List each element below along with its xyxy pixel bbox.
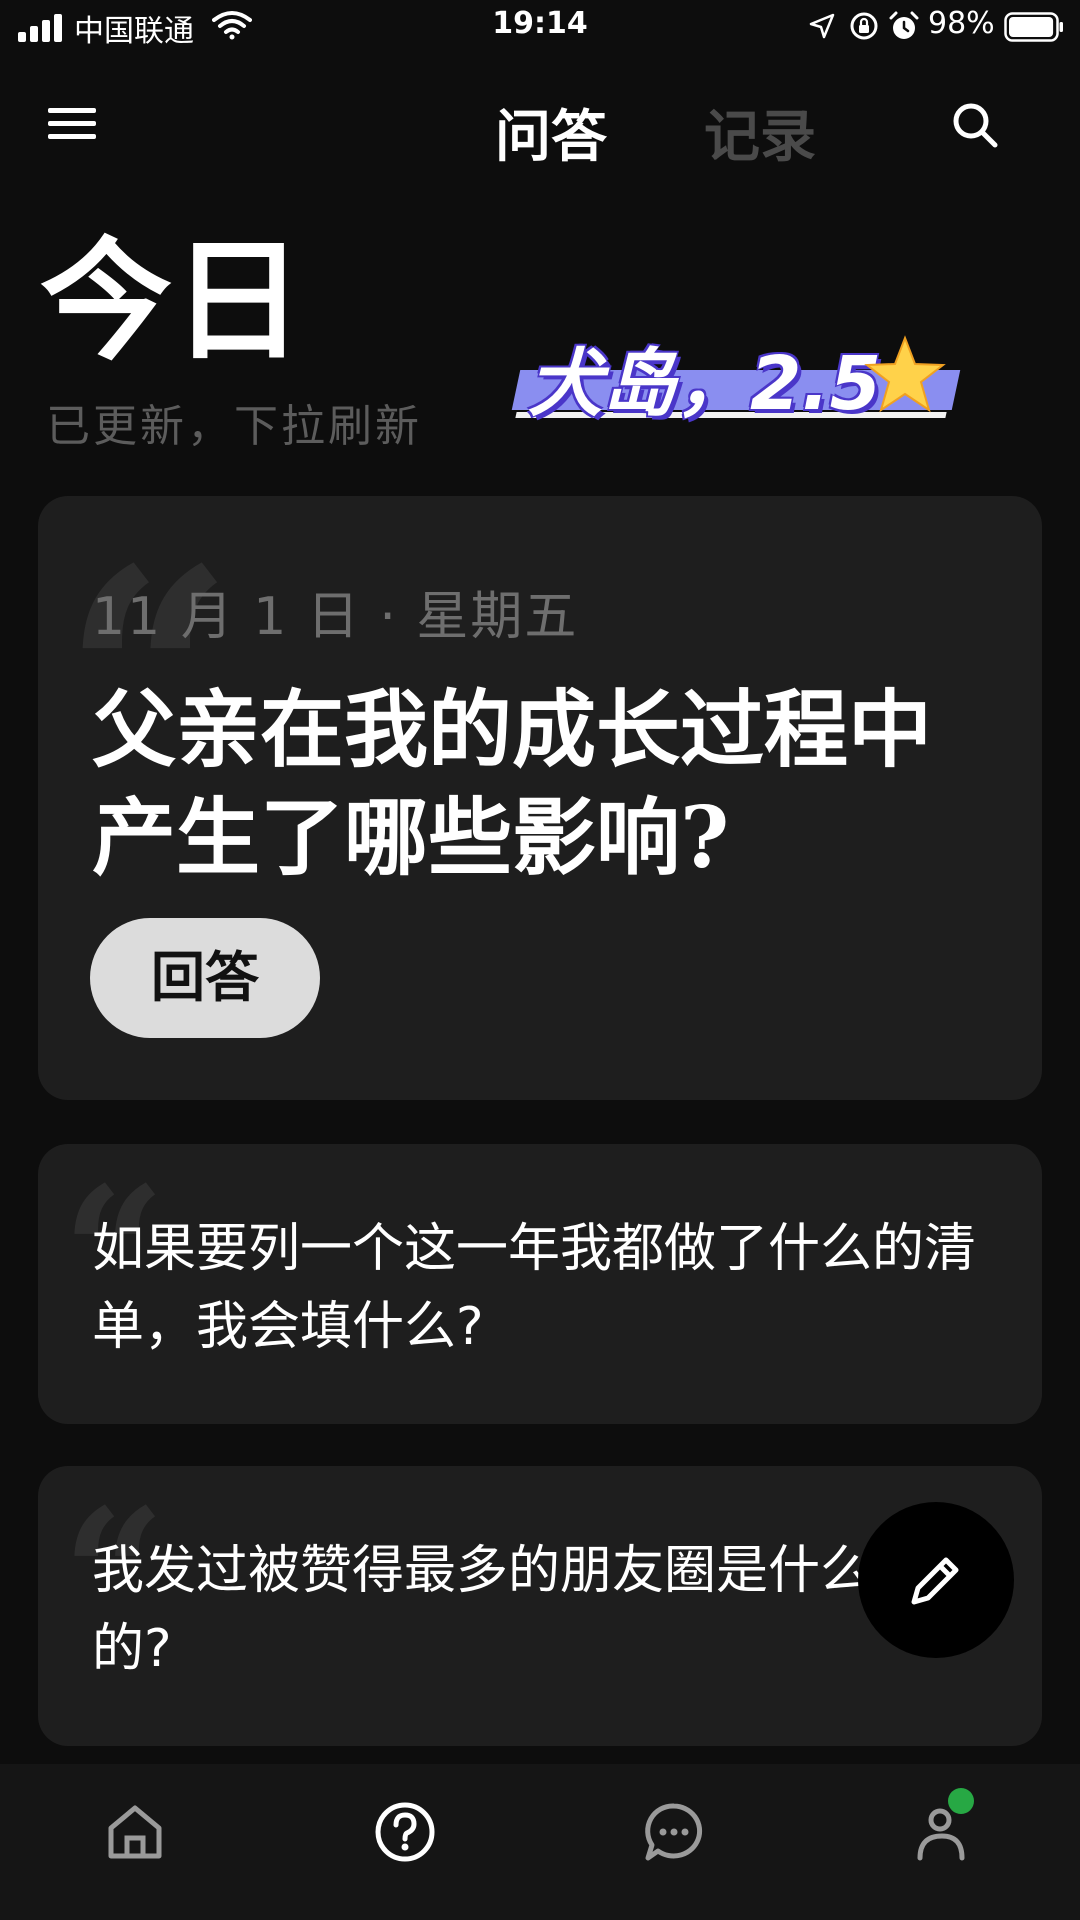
refresh-hint: 已更新，下拉刷新 (46, 401, 422, 452)
sticker-text: 犬岛，2.5 (528, 341, 882, 427)
star-icon (864, 335, 946, 413)
card-question: 我发过被赞得最多的朋友圈是什么样的? (92, 1541, 925, 1679)
home-icon[interactable] (103, 1800, 167, 1864)
question-icon[interactable] (373, 1800, 437, 1864)
card-question: 如果要列一个这一年我都做了什么的清单，我会填什么? (92, 1219, 977, 1357)
alarm-icon (889, 11, 919, 39)
card-question: 父亲在我的成长过程中产生了哪些影响? (92, 680, 933, 887)
question-card[interactable]: “ 如果要列一个这一年我都做了什么的清单，我会填什么? (38, 1144, 1042, 1424)
question-card-today[interactable]: “ 11 月 1 日 · 星期五 父亲在我的成长过程中产生了哪些影响? 回答 (38, 496, 1042, 1100)
menu-button[interactable] (48, 104, 98, 144)
tab-records[interactable]: 记录 (704, 92, 816, 173)
battery-icon (1004, 12, 1063, 42)
battery-percent: 98% (928, 6, 995, 41)
pencil-icon (911, 1557, 959, 1605)
status-bar: 中国联通 19:14 98% (0, 0, 1080, 56)
search-icon[interactable] (950, 100, 1000, 150)
tab-qa[interactable]: 问答 (495, 92, 607, 173)
card-date: 11 月 1 日 · 星期五 (92, 587, 579, 647)
answer-button[interactable]: 回答 (90, 918, 320, 1038)
location-arrow-icon (809, 13, 835, 39)
bottom-nav (0, 1764, 1080, 1920)
sticker-overlay: 犬岛，2.5 (508, 320, 961, 430)
compose-button[interactable] (858, 1502, 1014, 1658)
notification-badge (948, 1788, 974, 1814)
app-screen: 中国联通 19:14 98% 问答 记录 今日 已更新，下拉刷新 犬岛，2.5 … (0, 0, 1080, 1920)
rotation-lock-icon (850, 12, 878, 40)
chat-bubble-icon[interactable] (642, 1800, 706, 1864)
profile-tab[interactable] (912, 1788, 976, 1864)
today-title: 今日 (40, 224, 304, 379)
